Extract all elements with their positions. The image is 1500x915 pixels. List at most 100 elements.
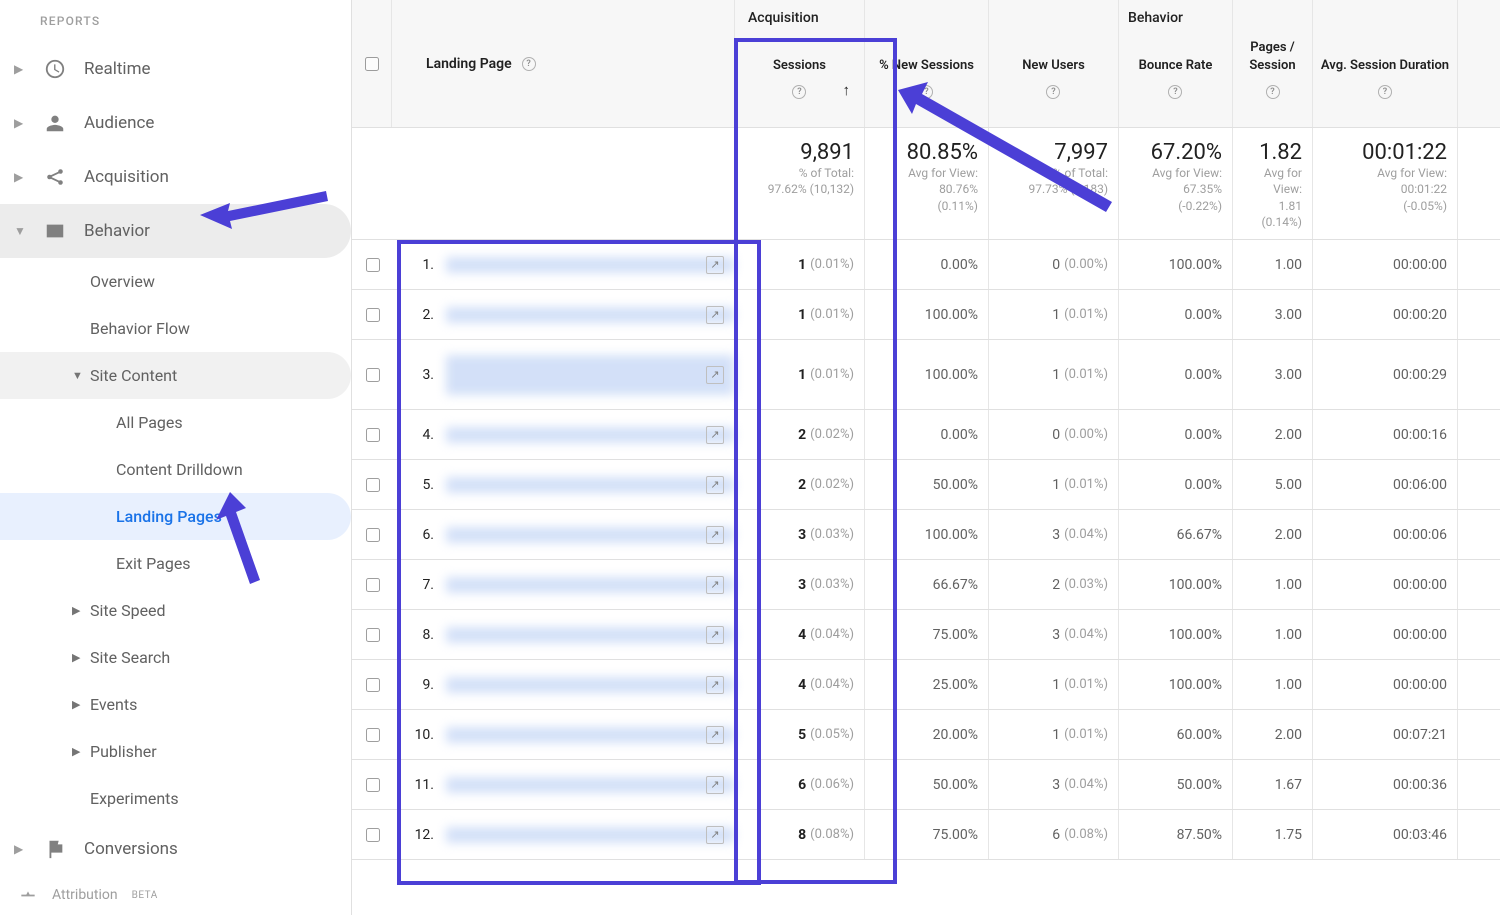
landing-page-cell[interactable]: 12. ↗ [392,810,735,859]
row-checkbox[interactable] [352,560,392,609]
browser-icon [44,220,66,242]
row-checkbox[interactable] [352,660,392,709]
open-in-new-icon[interactable]: ↗ [706,306,724,324]
sub-overview[interactable]: Overview [0,258,351,305]
cell-new-users: 2(0.03%) [989,560,1119,609]
row-checkbox[interactable] [352,340,392,409]
landing-page-cell[interactable]: 2. ↗ [392,290,735,339]
cell-bounce: 100.00% [1119,560,1233,609]
table-row: 4. ↗ 2(0.02%) 0.00% 0(0.00%) 0.00% 2.00 … [352,410,1500,460]
row-checkbox[interactable] [352,610,392,659]
col-sessions[interactable]: Sessions? ↑ [735,0,865,127]
nav-label: Audience [84,113,154,133]
row-checkbox[interactable] [352,460,392,509]
nav-item-behavior[interactable]: ▼ Behavior [0,204,351,258]
subsub-landing-pages[interactable]: Landing Pages [0,493,351,540]
landing-page-cell[interactable]: 10. ↗ [392,710,735,759]
landing-page-cell[interactable]: 5. ↗ [392,460,735,509]
help-icon[interactable]: ? [919,85,933,99]
nav-item-acquisition[interactable]: ▶ Acquisition [0,150,351,204]
help-icon[interactable]: ? [522,57,536,71]
subsub-exit-pages[interactable]: Exit Pages [0,540,351,587]
col-pct-new[interactable]: % New Sessions? [865,0,989,127]
landing-page-link-blurred [446,257,734,273]
cell-dur: 00:03:46 [1313,810,1458,859]
landing-page-cell[interactable]: 1. ↗ [392,240,735,289]
open-in-new-icon[interactable]: ↗ [706,426,724,444]
open-in-new-icon[interactable]: ↗ [706,476,724,494]
cell-dur: 00:06:00 [1313,460,1458,509]
col-pages-per-session[interactable]: Pages / Session? [1233,0,1313,127]
cell-pct-new: 75.00% [865,610,989,659]
row-number: 2. [406,307,434,323]
cell-pps: 2.00 [1233,710,1313,759]
subsub-content-drilldown[interactable]: Content Drilldown [0,446,351,493]
cell-dur: 00:00:29 [1313,340,1458,409]
col-bounce[interactable]: Bounce Rate? [1119,0,1233,127]
sub-label: Site Content [90,366,177,385]
cell-dur: 00:00:36 [1313,760,1458,809]
subsub-all-pages[interactable]: All Pages [0,399,351,446]
open-in-new-icon[interactable]: ↗ [706,676,724,694]
cell-pct-new: 66.67% [865,560,989,609]
landing-page-cell[interactable]: 9. ↗ [392,660,735,709]
cell-sessions: 1(0.01%) [735,290,865,339]
open-in-new-icon[interactable]: ↗ [706,826,724,844]
sub-events[interactable]: ▶Events [0,681,351,728]
nav-item-audience[interactable]: ▶ Audience [0,96,351,150]
sub-site-content[interactable]: ▼ Site Content [0,352,351,399]
cell-pct-new: 25.00% [865,660,989,709]
help-icon[interactable]: ? [1378,85,1392,99]
nav-item-conversions[interactable]: ▶ Conversions [0,822,351,876]
landing-page-cell[interactable]: 4. ↗ [392,410,735,459]
sub-site-speed[interactable]: ▶Site Speed [0,587,351,634]
row-number: 7. [406,577,434,593]
open-in-new-icon[interactable]: ↗ [706,726,724,744]
table-row: 10. ↗ 5(0.05%) 20.00% 1(0.01%) 60.00% 2.… [352,710,1500,760]
open-in-new-icon[interactable]: ↗ [706,626,724,644]
cell-pct-new: 50.00% [865,460,989,509]
help-icon[interactable]: ? [1046,85,1060,99]
row-checkbox[interactable] [352,710,392,759]
nav-item-realtime[interactable]: ▶ Realtime [0,42,351,96]
landing-page-cell[interactable]: 7. ↗ [392,560,735,609]
open-in-new-icon[interactable]: ↗ [706,366,724,384]
row-checkbox[interactable] [352,410,392,459]
landing-page-cell[interactable]: 11. ↗ [392,760,735,809]
chevron-down-icon: ▼ [72,369,82,382]
cell-new-users: 0(0.00%) [989,240,1119,289]
cell-pps: 3.00 [1233,340,1313,409]
landing-page-cell[interactable]: 6. ↗ [392,510,735,559]
help-icon[interactable]: ? [1266,85,1280,99]
sub-publisher[interactable]: ▶Publisher [0,728,351,775]
col-landing-page[interactable]: Landing Page ? [392,0,735,127]
sub-behavior-flow[interactable]: Behavior Flow [0,305,351,352]
cell-pct-new: 100.00% [865,510,989,559]
landing-page-link-blurred [446,827,734,843]
open-in-new-icon[interactable]: ↗ [706,776,724,794]
col-new-users[interactable]: New Users? [989,0,1119,127]
nav-label: Realtime [84,59,151,79]
open-in-new-icon[interactable]: ↗ [706,256,724,274]
table-row: 7. ↗ 3(0.03%) 66.67% 2(0.03%) 100.00% 1.… [352,560,1500,610]
row-checkbox[interactable] [352,810,392,859]
col-avg-duration[interactable]: Avg. Session Duration? [1313,0,1458,127]
row-checkbox[interactable] [352,240,392,289]
row-checkbox[interactable] [352,760,392,809]
table-row: 3. ↗ 1(0.01%) 100.00% 1(0.01%) 0.00% 3.0… [352,340,1500,410]
landing-page-cell[interactable]: 8. ↗ [392,610,735,659]
sub-site-search[interactable]: ▶Site Search [0,634,351,681]
help-icon[interactable]: ? [1168,85,1182,99]
open-in-new-icon[interactable]: ↗ [706,526,724,544]
summary-pctnew: 80.85% Avg for View: 80.76% (0.11%) [865,128,989,239]
cell-dur: 00:07:21 [1313,710,1458,759]
select-all-checkbox[interactable] [352,0,392,127]
row-checkbox[interactable] [352,510,392,559]
open-in-new-icon[interactable]: ↗ [706,576,724,594]
nav-item-attribution[interactable]: Attribution BETA [18,883,158,907]
row-checkbox[interactable] [352,290,392,339]
sub-experiments[interactable]: Experiments [0,775,351,822]
landing-page-cell[interactable]: 3. ↗ [392,340,735,409]
row-number: 5. [406,477,434,493]
help-icon[interactable]: ? [792,85,806,99]
